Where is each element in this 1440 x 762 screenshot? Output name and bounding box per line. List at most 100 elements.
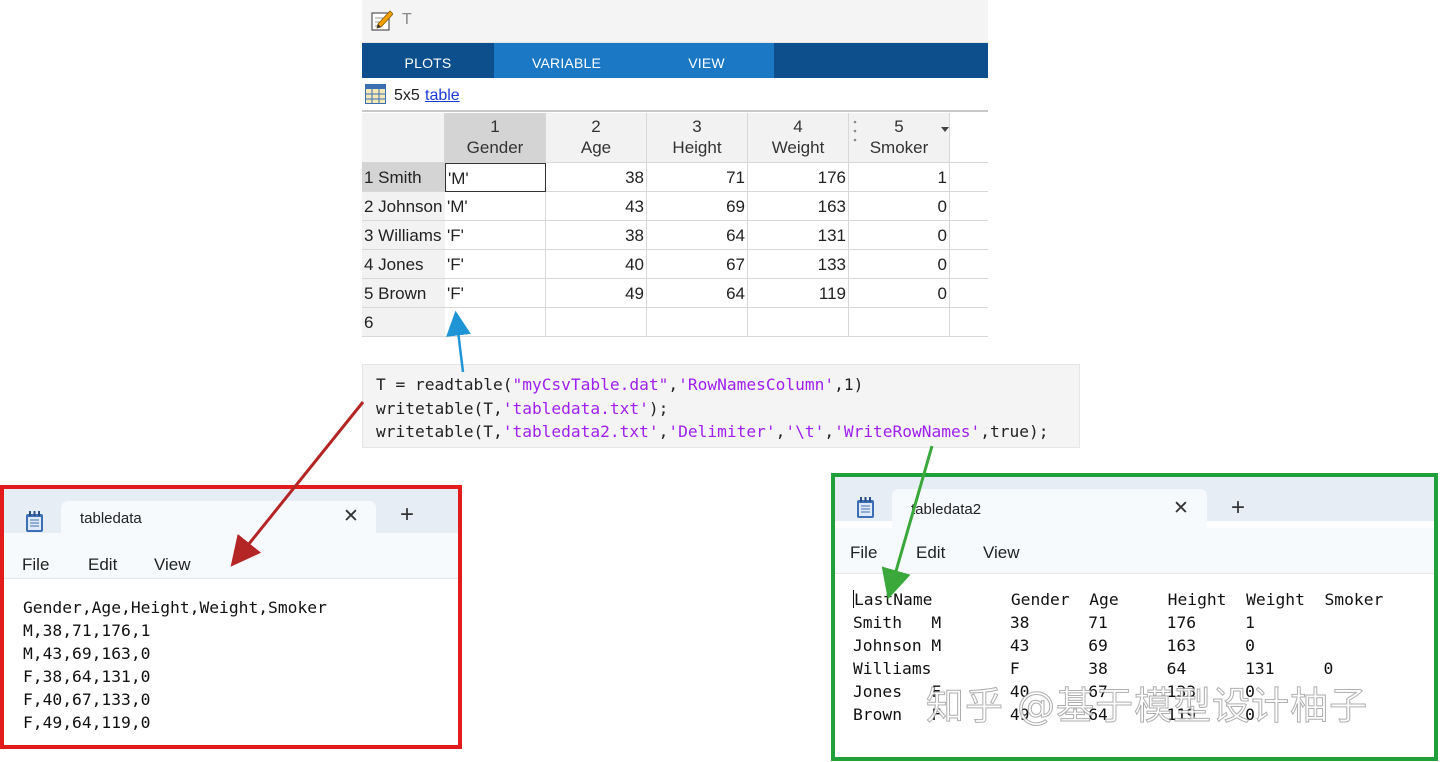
tab-view[interactable]: VIEW xyxy=(639,43,774,78)
code-token: ); xyxy=(648,398,669,418)
table-cell[interactable]: 64 xyxy=(647,279,748,308)
table-cell[interactable] xyxy=(546,308,647,337)
close-icon[interactable]: ✕ xyxy=(1173,497,1189,520)
empty-cell xyxy=(950,279,988,308)
code-string: 'RowNamesColumn' xyxy=(678,375,835,394)
text-line-content: LastName Gender Age Height Weight Smoker xyxy=(854,590,1384,609)
code-token: T = readtable( xyxy=(376,375,513,394)
menu-edit[interactable]: Edit xyxy=(916,543,945,563)
table-cell[interactable]: 176 xyxy=(748,163,849,192)
column-header-gender[interactable]: 1 Gender xyxy=(445,113,546,163)
table-cell[interactable]: 0 xyxy=(849,279,950,308)
text-content[interactable]: Gender,Age,Height,Weight,Smoker M,38,71,1… xyxy=(4,580,458,745)
notepad-tab-bar: tabledata2 ✕ + xyxy=(835,477,1434,528)
notepad-icon xyxy=(857,497,874,518)
code-token: writetable(T, xyxy=(376,422,503,441)
column-name: Weight xyxy=(771,138,825,157)
table-cell[interactable]: 67 xyxy=(647,250,748,279)
row-header[interactable]: 1 Smith xyxy=(362,163,445,192)
column-number: 2 xyxy=(591,117,601,136)
corner-header xyxy=(362,113,445,163)
menu-view[interactable]: View xyxy=(983,543,1020,563)
table-cell[interactable]: 49 xyxy=(546,279,647,308)
table-cell[interactable]: 1 xyxy=(849,163,950,192)
table-cell[interactable]: 43 xyxy=(546,192,647,221)
notepad-window-tabledata: tabledata ✕ + File Edit View Gender,Age,… xyxy=(0,485,462,749)
notepad-menu-bar: File Edit View xyxy=(4,533,458,579)
table-cell[interactable]: 'M' xyxy=(445,192,546,221)
text-line-content: Gender,Age,Height,Weight,Smoker xyxy=(23,598,327,617)
table-cell[interactable]: 38 xyxy=(546,163,647,192)
table-cell[interactable] xyxy=(748,308,849,337)
table-cell[interactable] xyxy=(445,308,546,337)
text-line: F,38,64,131,0 xyxy=(23,665,458,688)
table-cell[interactable] xyxy=(849,308,950,337)
text-line: LastName Gender Age Height Weight Smoker xyxy=(853,588,1434,611)
code-token: , xyxy=(658,422,669,441)
table-cell[interactable]: 'F' xyxy=(445,221,546,250)
tab-tabledata2[interactable]: tabledata2 ✕ xyxy=(892,489,1207,528)
tab-tabledata[interactable]: tabledata ✕ xyxy=(61,501,376,534)
plus-icon[interactable]: + xyxy=(1231,493,1245,523)
table-cell[interactable]: 'M' xyxy=(445,163,546,192)
menu-file[interactable]: File xyxy=(850,543,877,563)
tab-plots[interactable]: PLOTS xyxy=(362,43,494,78)
table-cell[interactable]: 71 xyxy=(647,163,748,192)
text-line-content: Johnson M 43 69 163 0 xyxy=(853,636,1255,655)
column-name: Smoker xyxy=(869,138,929,157)
tab-variable[interactable]: VARIABLE xyxy=(494,43,639,78)
row-header[interactable]: 2 Johnson xyxy=(362,192,445,221)
row-header[interactable]: 3 Williams xyxy=(362,221,445,250)
close-icon[interactable]: ✕ xyxy=(343,505,359,528)
notepad-icon xyxy=(26,511,43,532)
toolstrip-tabs: PLOTS VARIABLE VIEW xyxy=(362,43,988,78)
table-cell[interactable]: 163 xyxy=(748,192,849,221)
table-cell[interactable]: 'F' xyxy=(445,250,546,279)
table-cell[interactable]: 0 xyxy=(849,192,950,221)
table-cell[interactable]: 131 xyxy=(748,221,849,250)
code-line: writetable(T,'tabledata2.txt','Delimiter… xyxy=(376,420,1079,444)
table-cell[interactable]: 0 xyxy=(849,221,950,250)
menu-edit[interactable]: Edit xyxy=(88,555,117,575)
column-header-weight[interactable]: 4 Weight xyxy=(748,113,849,163)
column-menu-icon[interactable] xyxy=(941,127,949,133)
row-header[interactable]: 6 xyxy=(362,308,445,337)
column-name: Gender xyxy=(466,138,524,157)
table-cell[interactable]: 38 xyxy=(546,221,647,250)
text-line-content: M,38,71,176,1 xyxy=(23,621,151,640)
text-line: F,49,64,119,0 xyxy=(23,711,458,734)
table-cell[interactable]: 69 xyxy=(647,192,748,221)
code-token: , xyxy=(775,422,786,441)
variable-info-bar: 5x5 table xyxy=(362,80,988,112)
variable-editor: T PLOTS VARIABLE VIEW 5x5 table 1 Gender… xyxy=(362,0,988,342)
code-string: "myCsvTable.dat" xyxy=(512,375,669,394)
code-token: ,true); xyxy=(980,422,1049,441)
text-line-content: F,40,67,133,0 xyxy=(23,690,151,709)
table-cell[interactable] xyxy=(647,308,748,337)
column-header-age[interactable]: 2 Age xyxy=(546,113,647,163)
empty-cell xyxy=(950,221,988,250)
table-cell[interactable]: 40 xyxy=(546,250,647,279)
table-cell[interactable]: 133 xyxy=(748,250,849,279)
plus-icon[interactable]: + xyxy=(400,500,414,530)
code-string: '\t' xyxy=(785,422,825,441)
notepad-tab-bar: tabledata ✕ + xyxy=(4,489,458,534)
table-cell[interactable]: 'F' xyxy=(445,279,546,308)
code-line: writetable(T,'tabledata.txt'); xyxy=(376,397,1079,421)
table-cell[interactable]: 64 xyxy=(647,221,748,250)
text-line: Smith M 38 71 176 1 xyxy=(853,611,1434,634)
table-dimensions: 5x5 xyxy=(394,87,420,104)
column-header-smoker[interactable]: 5 Smoker xyxy=(849,113,950,163)
table-cell[interactable]: 0 xyxy=(849,250,950,279)
menu-file[interactable]: File xyxy=(22,555,49,575)
empty-cell xyxy=(950,250,988,279)
pencil-icon xyxy=(371,10,393,31)
table-cell[interactable]: 119 xyxy=(748,279,849,308)
row-header[interactable]: 4 Jones xyxy=(362,250,445,279)
table-type-link[interactable]: table xyxy=(425,87,460,105)
column-header-height[interactable]: 3 Height xyxy=(647,113,748,163)
code-token: , xyxy=(824,422,835,441)
code-snippet: T = readtable("myCsvTable.dat", 'RowNames… xyxy=(362,364,1080,448)
menu-view[interactable]: View xyxy=(154,555,191,575)
row-header[interactable]: 5 Brown xyxy=(362,279,445,308)
